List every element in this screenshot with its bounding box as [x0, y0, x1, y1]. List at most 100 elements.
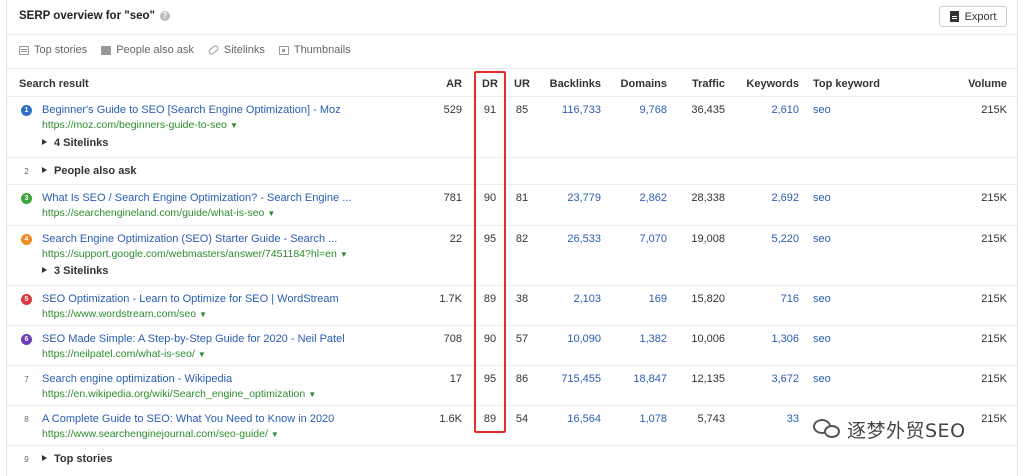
- feature-label: Thumbnails: [293, 44, 351, 56]
- cell-ur: 85: [515, 104, 529, 116]
- feature-label: Top stories: [34, 44, 88, 56]
- cell-traffic: 5,743: [697, 413, 725, 425]
- cell-domains[interactable]: 2,862: [607, 192, 667, 204]
- table-row: 6 SEO Made Simple: A Step-by-Step Guide …: [7, 326, 1017, 365]
- result-title[interactable]: What Is SEO / Search Engine Optimization…: [42, 192, 351, 204]
- sitelinks-toggle[interactable]: 3 Sitelinks: [42, 265, 108, 277]
- cell-backlinks[interactable]: 23,779: [537, 192, 601, 204]
- position-badge: 6: [21, 334, 32, 345]
- table-row: 3 What Is SEO / Search Engine Optimizati…: [7, 185, 1017, 225]
- chevron-down-icon[interactable]: ▼: [308, 390, 316, 399]
- feature-label: People also ask: [116, 44, 194, 56]
- people-also-ask-icon: [101, 45, 112, 55]
- cell-keywords[interactable]: 2,610: [737, 104, 799, 116]
- cell-top-keyword[interactable]: seo: [813, 192, 831, 204]
- position-badge: 4: [21, 234, 32, 245]
- feature-sitelinks[interactable]: Sitelinks: [207, 44, 265, 56]
- wechat-icon: [813, 417, 841, 441]
- col-traffic[interactable]: Traffic: [671, 78, 725, 90]
- cell-ar: 1.7K: [439, 293, 462, 305]
- cell-volume: 215K: [981, 192, 1007, 204]
- chevron-down-icon[interactable]: ▼: [267, 209, 275, 218]
- cell-backlinks[interactable]: 715,455: [537, 373, 601, 385]
- col-top-keyword[interactable]: Top keyword: [813, 78, 880, 90]
- watermark: 逐梦外贸SEO: [813, 412, 966, 446]
- cell-top-keyword[interactable]: seo: [813, 373, 831, 385]
- cell-backlinks[interactable]: 16,564: [537, 413, 601, 425]
- chevron-down-icon[interactable]: ▼: [199, 310, 207, 319]
- col-ar[interactable]: AR: [432, 78, 462, 90]
- cell-ur: 38: [515, 293, 529, 305]
- cell-domains[interactable]: 169: [607, 293, 667, 305]
- cell-keywords[interactable]: 33: [737, 413, 799, 425]
- table-row: 1 Beginner's Guide to SEO [Search Engine…: [7, 97, 1017, 157]
- chevron-down-icon[interactable]: ▼: [198, 350, 206, 359]
- cell-top-keyword[interactable]: seo: [813, 333, 831, 345]
- cell-keywords[interactable]: 1,306: [737, 333, 799, 345]
- cell-keywords[interactable]: 5,220: [737, 233, 799, 245]
- table-row: 5 SEO Optimization - Learn to Optimize f…: [7, 286, 1017, 325]
- position-number: 2: [24, 167, 29, 176]
- watermark-text: 逐梦外贸SEO: [847, 419, 966, 442]
- cell-keywords[interactable]: 2,692: [737, 192, 799, 204]
- feature-top-stories[interactable]: Top stories: [19, 44, 87, 56]
- col-keywords[interactable]: Keywords: [737, 78, 799, 90]
- top-stories-toggle[interactable]: Top stories: [42, 453, 112, 465]
- cell-ur: 82: [515, 233, 529, 245]
- col-domains[interactable]: Domains: [607, 78, 667, 90]
- col-backlinks[interactable]: Backlinks: [537, 78, 601, 90]
- col-search-result[interactable]: Search result: [19, 78, 89, 90]
- cell-domains[interactable]: 1,382: [607, 333, 667, 345]
- feature-label: Sitelinks: [223, 44, 265, 56]
- sitelinks-toggle[interactable]: 4 Sitelinks: [42, 137, 108, 149]
- result-title[interactable]: SEO Made Simple: A Step-by-Step Guide fo…: [42, 333, 345, 345]
- people-also-ask-toggle[interactable]: People also ask: [42, 165, 137, 177]
- cell-keywords[interactable]: 716: [737, 293, 799, 305]
- cell-keywords[interactable]: 3,672: [737, 373, 799, 385]
- cell-traffic: 36,435: [691, 104, 725, 116]
- cell-domains[interactable]: 7,070: [607, 233, 667, 245]
- result-url[interactable]: https://searchengineland.com/guide/what-…: [42, 207, 275, 219]
- cell-top-keyword[interactable]: seo: [813, 293, 831, 305]
- result-url[interactable]: https://moz.com/beginners-guide-to-seo ▼: [42, 119, 238, 131]
- cell-backlinks[interactable]: 10,090: [537, 333, 601, 345]
- result-url[interactable]: https://neilpatel.com/what-is-seo/▼: [42, 348, 206, 360]
- cell-volume: 215K: [981, 293, 1007, 305]
- expand-triangle-icon: [42, 167, 47, 174]
- result-url[interactable]: https://en.wikipedia.org/wiki/Search_eng…: [42, 388, 316, 400]
- position-number: 7: [24, 375, 29, 384]
- result-title[interactable]: Search engine optimization - Wikipedia: [42, 373, 232, 385]
- info-icon[interactable]: ?: [159, 11, 170, 21]
- cell-domains[interactable]: 1,078: [607, 413, 667, 425]
- chevron-down-icon[interactable]: ▼: [340, 250, 348, 259]
- cell-dr: 95: [483, 233, 497, 245]
- col-volume[interactable]: Volume: [947, 78, 1007, 90]
- cell-domains[interactable]: 18,847: [607, 373, 667, 385]
- cell-backlinks[interactable]: 26,533: [537, 233, 601, 245]
- cell-traffic: 10,006: [691, 333, 725, 345]
- page-title: SERP overview for "seo": [19, 10, 155, 22]
- cell-domains[interactable]: 9,768: [607, 104, 667, 116]
- chevron-down-icon[interactable]: ▼: [271, 430, 279, 439]
- cell-top-keyword[interactable]: seo: [813, 233, 831, 245]
- cell-top-keyword[interactable]: seo: [813, 104, 831, 116]
- result-url[interactable]: https://www.wordstream.com/seo ▼: [42, 308, 207, 320]
- col-dr[interactable]: DR: [480, 78, 500, 90]
- col-ur[interactable]: UR: [512, 78, 532, 90]
- export-button[interactable]: Export: [939, 6, 1007, 27]
- feature-thumbnails[interactable]: Thumbnails: [278, 44, 351, 56]
- result-url[interactable]: https://www.searchenginejournal.com/seo-…: [42, 428, 279, 440]
- result-title[interactable]: Search Engine Optimization (SEO) Starter…: [42, 233, 337, 245]
- result-title[interactable]: Beginner's Guide to SEO [Search Engine O…: [42, 104, 341, 116]
- table-row: 9 Top stories: [7, 446, 1017, 474]
- cell-backlinks[interactable]: 116,733: [537, 104, 601, 116]
- chevron-down-icon[interactable]: ▼: [230, 121, 238, 130]
- result-url[interactable]: https://support.google.com/webmasters/an…: [42, 248, 348, 260]
- cell-ar: 708: [443, 333, 462, 345]
- result-title[interactable]: A Complete Guide to SEO: What You Need t…: [42, 413, 334, 425]
- result-title[interactable]: SEO Optimization - Learn to Optimize for…: [42, 293, 339, 305]
- cell-ar: 529: [443, 104, 462, 116]
- cell-backlinks[interactable]: 2,103: [537, 293, 601, 305]
- expand-triangle-icon: [42, 267, 47, 274]
- feature-people-also-ask[interactable]: People also ask: [101, 44, 194, 56]
